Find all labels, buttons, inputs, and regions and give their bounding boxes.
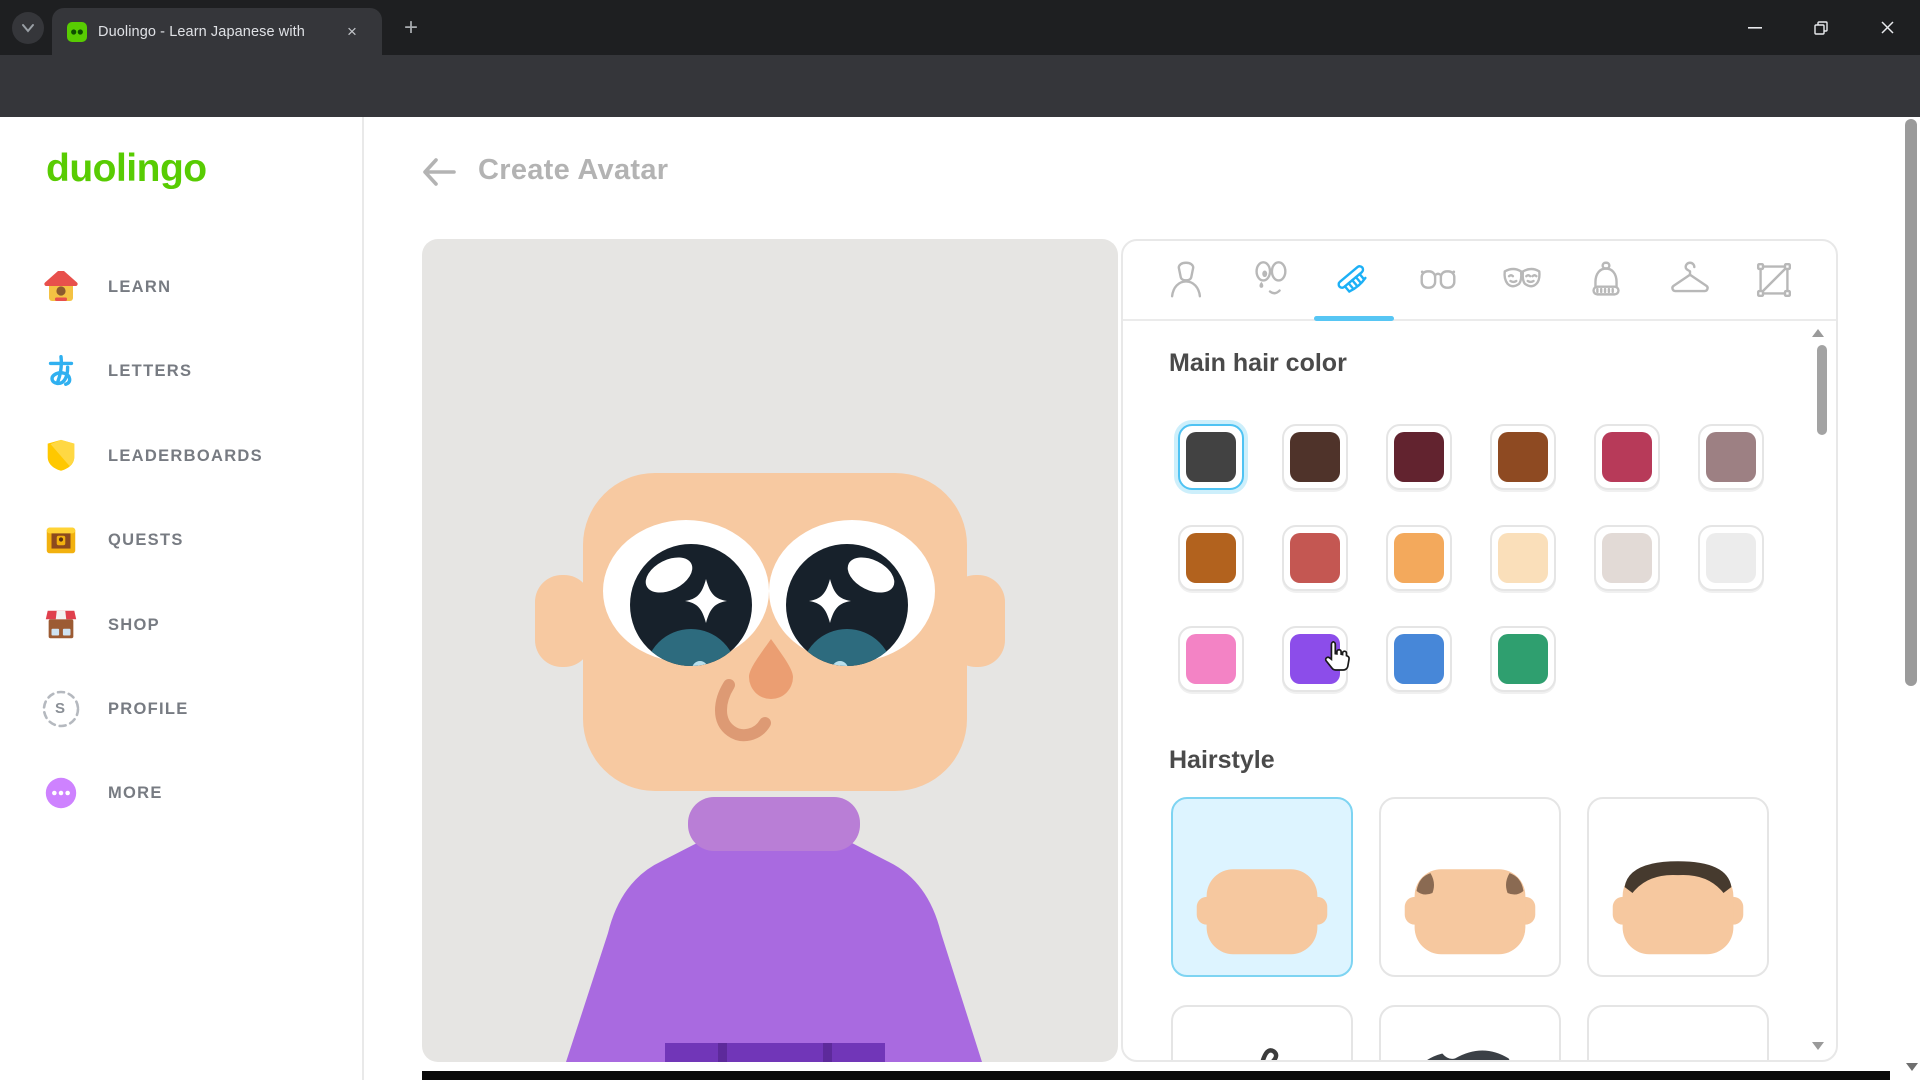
minimize-button[interactable]: [1722, 0, 1788, 55]
tab-glasses[interactable]: [1396, 241, 1480, 319]
new-tab-button[interactable]: +: [396, 13, 426, 43]
tab-face[interactable]: [1228, 241, 1312, 319]
letters-hiragana-icon: [40, 350, 82, 392]
beanie-icon: [1583, 257, 1629, 303]
sidebar-item-quests[interactable]: QUESTS: [40, 505, 340, 575]
browser-toolbar: duolingo.com/settings/avatar ☆ Incognito…: [0, 55, 1920, 117]
sidebar-item-leaderboards[interactable]: LEADERBOARDS: [40, 421, 340, 491]
hair-color-swatch[interactable]: [1178, 626, 1244, 692]
tab-hat[interactable]: [1564, 241, 1648, 319]
profile-initial: S: [40, 688, 80, 728]
hair-color-swatch[interactable]: [1178, 424, 1244, 490]
sidebar-item-label: LEADERBOARDS: [108, 447, 263, 466]
hair-color-swatch[interactable]: [1490, 626, 1556, 692]
face-icon: [1247, 257, 1293, 303]
hanger-icon: [1667, 257, 1713, 303]
hair-color-swatch[interactable]: [1698, 424, 1764, 490]
hair-color-swatch[interactable]: [1594, 424, 1660, 490]
tab-body[interactable]: [1144, 241, 1228, 319]
section-title-hairstyle: Hairstyle: [1169, 746, 1275, 775]
hair-color-swatch[interactable]: [1282, 525, 1348, 591]
tab-masks[interactable]: [1480, 241, 1564, 319]
sidebar-item-learn[interactable]: LEARN: [40, 252, 340, 322]
frame-icon: [1751, 257, 1797, 303]
theater-masks-icon: [1499, 257, 1545, 303]
profile-avatar-icon: S: [40, 688, 82, 730]
hairstyle-tile-dark-bowl[interactable]: [1587, 1005, 1769, 1062]
close-icon: [1881, 21, 1894, 34]
sidebar-item-label: LETTERS: [108, 362, 192, 381]
treasure-chest-icon: [40, 519, 82, 561]
hair-color-swatches: [1178, 424, 1764, 692]
hair-color-swatch[interactable]: [1386, 626, 1452, 692]
tab-search-button[interactable]: [12, 12, 44, 44]
shield-icon: [40, 435, 82, 477]
minimize-icon: [1748, 27, 1762, 29]
sidebar-divider: [362, 117, 364, 1080]
tab-close-button[interactable]: ×: [340, 22, 364, 42]
hair-color-swatch[interactable]: [1282, 424, 1348, 490]
sidebar-item-more[interactable]: MORE: [40, 758, 340, 828]
close-button[interactable]: [1854, 0, 1920, 55]
sidebar-item-label: SHOP: [108, 616, 160, 635]
sidebar-item-profile[interactable]: S PROFILE: [40, 674, 340, 744]
hair-color-swatch[interactable]: [1594, 525, 1660, 591]
tab-frame[interactable]: [1732, 241, 1816, 319]
bottom-black-bar: [422, 1071, 1890, 1080]
panel-scrollbar-thumb[interactable]: [1817, 345, 1827, 435]
hairstyle-tiles: [1171, 797, 1769, 1062]
hairstyle-tile-single-curl[interactable]: [1171, 1005, 1353, 1062]
browser-window: Duolingo - Learn Japanese with × +: [0, 0, 1920, 1080]
hairstyle-tile-balding-sides[interactable]: [1379, 797, 1561, 977]
body-icon: [1163, 257, 1209, 303]
duolingo-favicon-icon: [67, 22, 87, 42]
tab-title: Duolingo - Learn Japanese with: [98, 24, 338, 40]
sidebar-item-label: PROFILE: [108, 700, 189, 719]
sidebar-item-label: QUESTS: [108, 531, 184, 550]
restore-button[interactable]: [1788, 0, 1854, 55]
page-scrollbar-thumb[interactable]: [1905, 119, 1917, 686]
hairstyle-tile-short-dark-top[interactable]: [1587, 797, 1769, 977]
category-tabs: [1123, 241, 1836, 321]
hair-color-swatch[interactable]: [1386, 525, 1452, 591]
hair-color-swatch[interactable]: [1698, 525, 1764, 591]
hairstyle-tile-bald[interactable]: [1171, 797, 1353, 977]
hair-color-swatch[interactable]: [1386, 424, 1452, 490]
storefront-icon: [40, 604, 82, 646]
back-arrow-icon: [420, 155, 458, 189]
section-title-hair-color: Main hair color: [1169, 349, 1347, 378]
browser-tab-bar: Duolingo - Learn Japanese with × +: [0, 0, 1920, 55]
page-title: Create Avatar: [478, 154, 668, 187]
tab-hair[interactable]: [1312, 241, 1396, 319]
duolingo-logo[interactable]: duolingo: [46, 147, 207, 191]
panel-scroll-down-arrow[interactable]: [1812, 1042, 1824, 1050]
hair-color-swatch[interactable]: [1490, 424, 1556, 490]
restore-icon: [1814, 21, 1828, 35]
comb-icon: [1331, 257, 1377, 303]
sidebar-item-shop[interactable]: SHOP: [40, 590, 340, 660]
hair-color-swatch[interactable]: [1178, 525, 1244, 591]
sidebar-item-label: LEARN: [108, 278, 171, 297]
sidebar-item-label: MORE: [108, 784, 163, 803]
avatar-illustration: [422, 239, 1118, 1062]
tab-clothing[interactable]: [1648, 241, 1732, 319]
hair-color-swatch[interactable]: [1490, 525, 1556, 591]
page-scroll-down-arrow[interactable]: [1906, 1063, 1918, 1071]
home-icon: [40, 266, 82, 308]
hair-color-swatch[interactable]: [1282, 626, 1348, 692]
panel-scroll-up-arrow[interactable]: [1812, 329, 1824, 337]
avatar-options-panel: Main hair color Hairstyle: [1121, 239, 1838, 1062]
glasses-icon: [1415, 257, 1461, 303]
browser-tab[interactable]: Duolingo - Learn Japanese with ×: [52, 8, 382, 55]
hairstyle-tile-dark-swoosh[interactable]: [1379, 1005, 1561, 1062]
more-dots-icon: [40, 772, 82, 814]
chevron-down-icon: [21, 23, 35, 33]
back-to-settings-button[interactable]: [420, 155, 460, 191]
avatar-preview-panel: [422, 239, 1118, 1062]
sidebar-item-letters[interactable]: LETTERS: [40, 336, 340, 406]
duolingo-page: duolingo LEARN LETTERS: [0, 117, 1920, 1080]
